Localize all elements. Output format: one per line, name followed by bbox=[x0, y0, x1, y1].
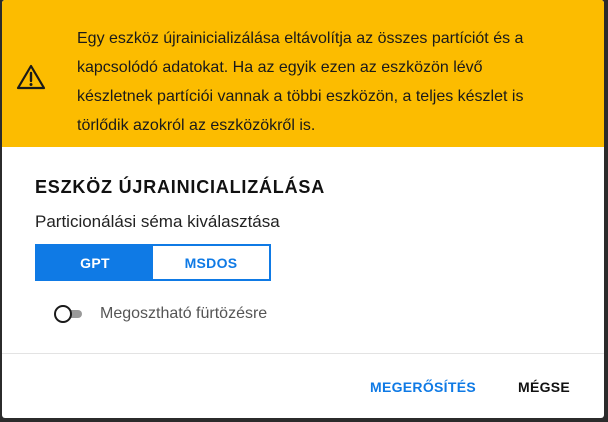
warning-banner: Egy eszköz újrainicializálása eltávolítj… bbox=[2, 0, 604, 147]
cluster-shareable-row: Megosztható fürtözésre bbox=[54, 304, 267, 324]
confirm-button[interactable]: MEGERŐSÍTÉS bbox=[370, 379, 476, 395]
partition-scheme-selector: GPT MSDOS bbox=[35, 244, 271, 281]
gpt-option-button[interactable]: GPT bbox=[37, 246, 153, 279]
warning-line: kapcsolódó adatokat. Ha az egyik ezen az… bbox=[77, 59, 483, 76]
msdos-option-button[interactable]: MSDOS bbox=[153, 246, 269, 279]
warning-line: Egy eszköz újrainicializálása eltávolítj… bbox=[77, 30, 524, 47]
cancel-button[interactable]: MÉGSE bbox=[518, 379, 570, 395]
toggle-knob bbox=[54, 305, 72, 323]
warning-icon bbox=[16, 64, 46, 90]
dialog-title: ESZKÖZ ÚJRAINICIALIZÁLÁSA bbox=[35, 177, 325, 197]
cluster-shareable-toggle[interactable] bbox=[54, 304, 84, 324]
footer-divider bbox=[2, 353, 604, 354]
warning-line: törlődik azokról az eszközökről is. bbox=[77, 117, 316, 134]
warning-message: Egy eszköz újrainicializálása eltávolítj… bbox=[77, 24, 582, 140]
partition-scheme-label: Particionálási séma kiválasztása bbox=[35, 212, 280, 231]
warning-line: készletnek partíciói vannak a többi eszk… bbox=[77, 88, 524, 105]
cluster-shareable-label: Megosztható fürtözésre bbox=[100, 305, 268, 322]
reinitialize-device-dialog: Egy eszköz újrainicializálása eltávolítj… bbox=[2, 0, 604, 418]
